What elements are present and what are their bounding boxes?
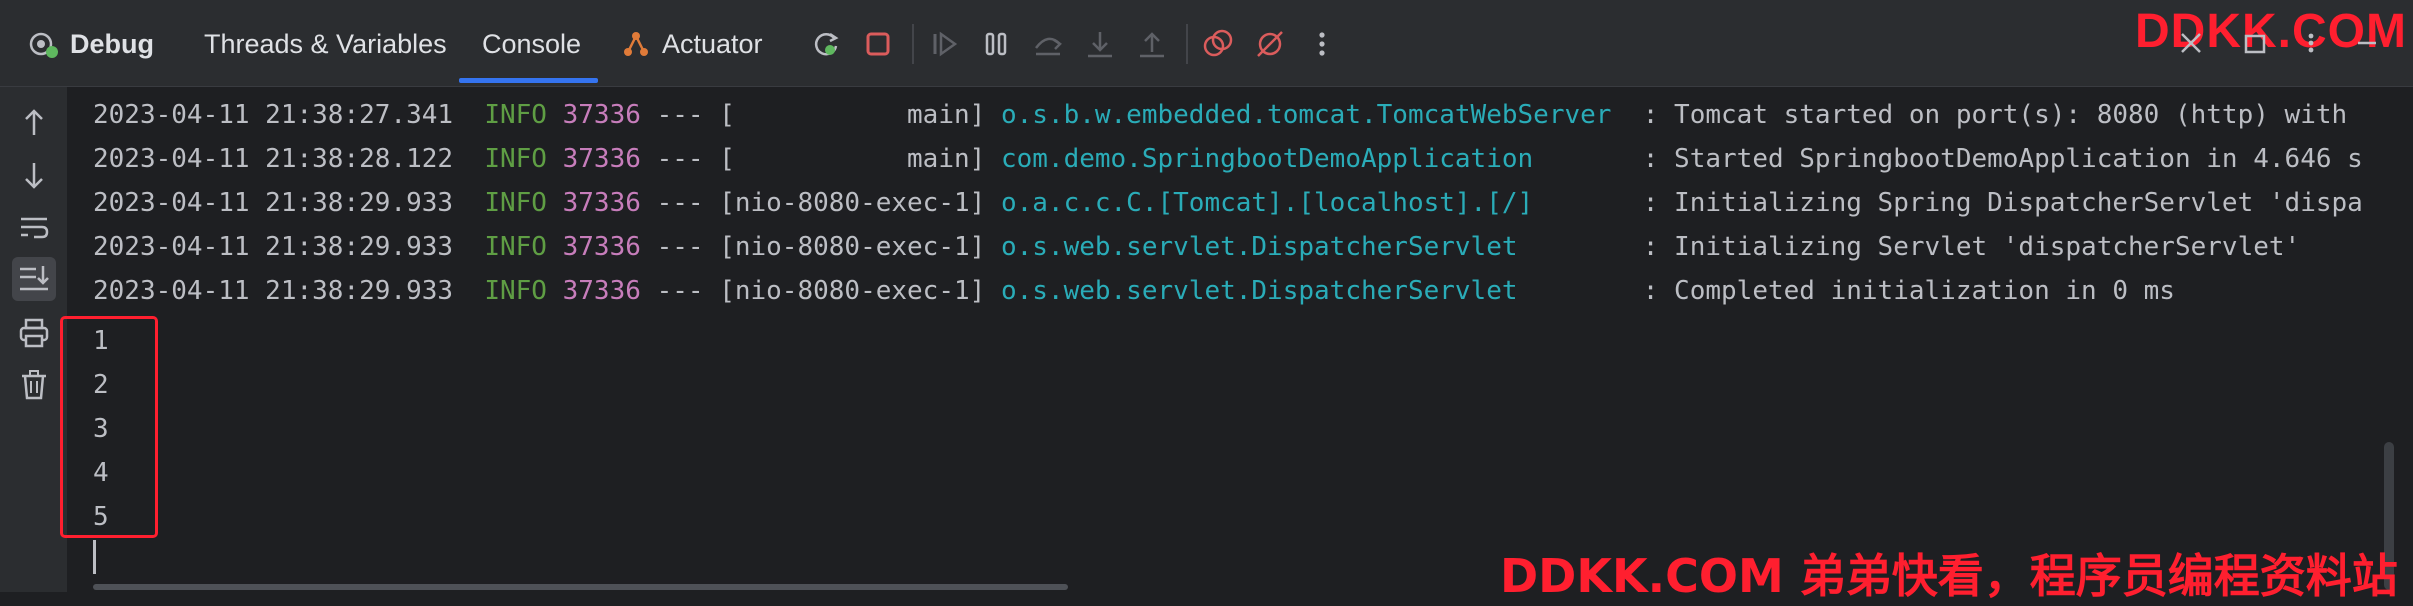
output-highlight-box: [60, 316, 158, 538]
log-message: : Started SpringbootDemoApplication in 4…: [1642, 144, 2363, 174]
log-level: INFO: [484, 232, 547, 262]
log-message: : Completed initialization in 0 ms: [1642, 276, 2175, 306]
log-line: 2023-04-11 21:38:28.122 INFO 37336 --- […: [93, 139, 2363, 179]
debug-title-label: Debug: [70, 28, 154, 59]
log-pid: 37336: [562, 144, 641, 174]
watermark-bottom: DDKK.COM 弟弟快看，程序员编程资料站: [1500, 549, 2398, 603]
log-separator: ---: [656, 232, 704, 262]
log-logger: o.s.b.w.embedded.tomcat.TomcatWebServer: [1000, 100, 1628, 130]
rerun-icon[interactable]: [808, 26, 844, 62]
log-thread: [nio-8080-exec-1]: [719, 276, 986, 306]
log-thread: [nio-8080-exec-1]: [719, 232, 986, 262]
options-more-icon[interactable]: [2296, 28, 2326, 58]
minimize-icon[interactable]: [2352, 28, 2382, 58]
debug-bug-icon: [26, 26, 62, 62]
log-message: : Tomcat started on port(s): 8080 (http)…: [1642, 100, 2348, 130]
log-line: 2023-04-11 21:38:29.933 INFO 37336 --- […: [93, 271, 2175, 311]
close-icon[interactable]: [2176, 28, 2206, 58]
log-pid: 37336: [562, 188, 641, 218]
log-logger: o.s.web.servlet.DispatcherServlet: [1000, 232, 1628, 262]
log-separator: ---: [656, 144, 704, 174]
log-message: : Initializing Spring DispatcherServlet …: [1642, 188, 2363, 218]
log-timestamp: 2023-04-11 21:38:29.933: [93, 188, 454, 218]
log-thread: [ main]: [719, 144, 986, 174]
log-timestamp: 2023-04-11 21:38:27.341: [93, 100, 454, 130]
log-separator: ---: [656, 100, 704, 130]
console-output[interactable]: 2023-04-11 21:38:27.341 INFO 37336 --- […: [67, 87, 2387, 592]
pause-icon[interactable]: [978, 26, 1014, 62]
log-logger: com.demo.SpringbootDemoApplication: [1000, 144, 1628, 174]
log-pid: 37336: [562, 232, 641, 262]
mute-breakpoints-icon[interactable]: [1252, 26, 1288, 62]
step-out-icon[interactable]: [1134, 26, 1170, 62]
up-arrow-icon[interactable]: [16, 105, 52, 141]
active-tab-indicator: [459, 78, 598, 83]
log-logger: o.a.c.c.C.[Tomcat].[localhost].[/]: [1000, 188, 1628, 218]
log-separator: ---: [656, 188, 704, 218]
resume-icon[interactable]: [926, 26, 962, 62]
toolbar-separator: [1186, 24, 1188, 64]
log-timestamp: 2023-04-11 21:38:29.933: [93, 276, 454, 306]
scroll-to-end-icon[interactable]: [12, 257, 56, 301]
log-pid: 37336: [562, 276, 641, 306]
down-arrow-icon[interactable]: [16, 157, 52, 193]
log-level: INFO: [484, 188, 547, 218]
log-pid: 37336: [562, 100, 641, 130]
stop-icon[interactable]: [860, 26, 896, 62]
tab-actuator[interactable]: Actuator: [662, 22, 763, 66]
log-timestamp: 2023-04-11 21:38:29.933: [93, 232, 454, 262]
debug-toolbar: Debug Threads & Variables Console Actuat…: [0, 0, 2413, 87]
input-caret[interactable]: [93, 540, 96, 574]
view-breakpoints-icon[interactable]: [1200, 26, 1236, 62]
print-icon[interactable]: [16, 315, 52, 351]
log-logger: o.s.web.servlet.DispatcherServlet: [1000, 276, 1628, 306]
more-icon[interactable]: [1304, 26, 1340, 62]
log-line: 2023-04-11 21:38:27.341 INFO 37336 --- […: [93, 95, 2347, 135]
step-into-icon[interactable]: [1082, 26, 1118, 62]
step-over-icon[interactable]: [1030, 26, 1066, 62]
soft-wrap-icon[interactable]: [16, 209, 52, 245]
log-line: 2023-04-11 21:38:29.933 INFO 37336 --- […: [93, 227, 2300, 267]
log-level: INFO: [484, 276, 547, 306]
toolbar-separator: [912, 24, 914, 64]
log-timestamp: 2023-04-11 21:38:28.122: [93, 144, 454, 174]
window-options-icon[interactable]: [2240, 28, 2270, 58]
debug-tool-window-title[interactable]: Debug: [26, 22, 154, 66]
tab-console[interactable]: Console: [482, 22, 581, 66]
clear-icon[interactable]: [16, 367, 52, 403]
log-thread: [ main]: [719, 100, 986, 130]
tab-threads-variables[interactable]: Threads & Variables: [204, 22, 447, 66]
log-line: 2023-04-11 21:38:29.933 INFO 37336 --- […: [93, 183, 2363, 223]
log-separator: ---: [656, 276, 704, 306]
log-thread: [nio-8080-exec-1]: [719, 188, 986, 218]
log-level: INFO: [484, 100, 547, 130]
actuator-icon: [620, 28, 652, 60]
log-message: : Initializing Servlet 'dispatcherServle…: [1642, 232, 2301, 262]
horizontal-scrollbar[interactable]: [93, 584, 1068, 590]
console-gutter-toolbar: [0, 87, 67, 592]
log-level: INFO: [484, 144, 547, 174]
